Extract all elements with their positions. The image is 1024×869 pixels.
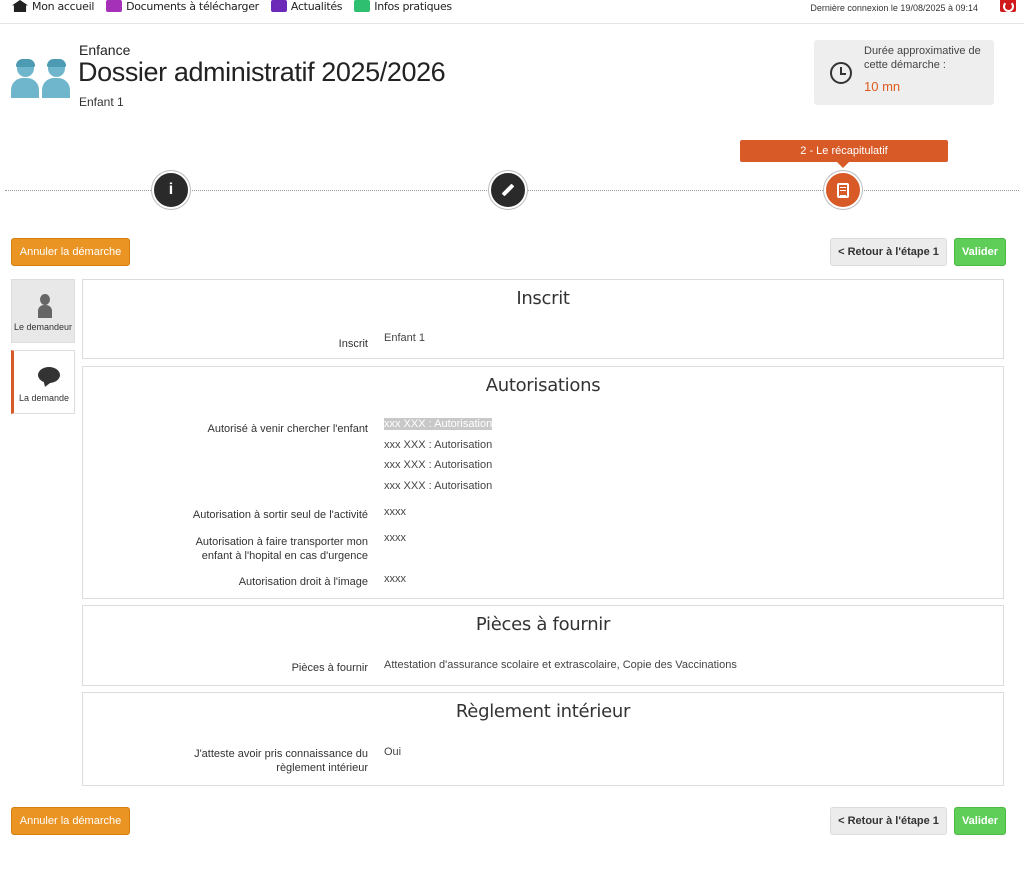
home-icon: [12, 0, 28, 12]
field-label: Autorisation droit à l'image: [238, 576, 368, 588]
field-value: Attestation d'assurance scolaire et extr…: [384, 659, 737, 671]
info-icon: [354, 0, 371, 12]
panel-reglement: Règlement intérieur J'atteste avoir pris…: [82, 692, 1004, 786]
nav-item-news[interactable]: Actualités: [270, 0, 343, 13]
field-value: xxx XXX : Autorisation: [384, 438, 493, 451]
validate-button[interactable]: Valider: [954, 238, 1006, 266]
field-label: Inscrit: [338, 338, 368, 350]
back-to-step-1-button[interactable]: < Retour à l'étape 1: [830, 238, 947, 266]
document-icon: [837, 182, 849, 198]
speech-bubble-icon: [38, 367, 60, 383]
logout-power-icon[interactable]: [1000, 0, 1016, 12]
panel-autorisations: Autorisations Autorisé à venir chercher …: [82, 366, 1004, 599]
nav-item-label: Mon accueil: [32, 0, 95, 13]
top-nav: Mon accueil Documents à télécharger Actu…: [12, 0, 452, 13]
back-to-step-1-button[interactable]: < Retour à l'étape 1: [830, 807, 947, 835]
info-icon: i: [168, 181, 174, 198]
step-summary[interactable]: [824, 171, 862, 209]
duration-value: 10 mn: [864, 79, 901, 94]
field-label: J'atteste avoir pris connaissance du règ…: [194, 748, 368, 774]
duration-label: Durée approximative de cette démarche :: [864, 45, 981, 71]
tab-requester[interactable]: Le demandeur: [11, 279, 75, 343]
nav-item-label: Documents à télécharger: [126, 0, 259, 13]
child-label: Enfant 1: [79, 95, 124, 109]
tab-label: Le demandeur: [13, 322, 73, 332]
panel-inscrit: Inscrit Inscrit Enfant 1: [82, 279, 1004, 359]
field-value: xxxx: [384, 506, 406, 518]
cancel-button[interactable]: Annuler la démarche: [11, 238, 130, 266]
field-label: Pièces à fournir: [291, 662, 368, 674]
field-value: Oui: [384, 746, 402, 758]
panel-title: Inscrit: [516, 288, 570, 309]
field-value: Enfant 1: [384, 332, 425, 344]
children-icon: [11, 59, 71, 98]
documents-icon: [106, 0, 123, 12]
field-value: xxx XXX : Autorisation: [384, 479, 493, 492]
last-login-text: Dernière connexion le 19/08/2025 à 09:14: [810, 3, 978, 13]
validate-button[interactable]: Valider: [954, 807, 1006, 835]
field-label: Autorisé à venir chercher l'enfant: [207, 423, 368, 435]
step-edit[interactable]: [489, 171, 527, 209]
field-value: xxx XXX : Autorisation: [384, 418, 493, 430]
field-value: xxx XXX : Autorisation: [384, 459, 493, 471]
page-title: Dossier administratif 2025/2026: [78, 57, 446, 87]
field-value: xxxx: [384, 573, 406, 585]
duration-box: Durée approximative de cette démarche : …: [814, 40, 994, 105]
nav-item-home[interactable]: Mon accueil: [12, 0, 95, 13]
top-bar: Mon accueil Documents à télécharger Actu…: [0, 0, 1024, 24]
field-label: Autorisation à faire transporter mon enf…: [195, 536, 368, 562]
nav-item-label: Infos pratiques: [374, 0, 452, 13]
alarm-clock-icon: [830, 62, 852, 84]
panel-title: Règlement intérieur: [455, 701, 631, 722]
panel-title: Autorisations: [485, 375, 601, 396]
tab-request[interactable]: La demande: [11, 350, 75, 414]
pencil-icon: [501, 183, 515, 197]
nav-item-label: Actualités: [290, 0, 343, 13]
field-value: xxxx: [384, 532, 406, 544]
step-info[interactable]: i: [152, 171, 190, 209]
panel-title: Pièces à fournir: [475, 614, 611, 635]
nav-item-documents[interactable]: Documents à télécharger: [106, 0, 259, 13]
nav-item-info[interactable]: Infos pratiques: [354, 0, 452, 13]
cancel-button[interactable]: Annuler la démarche: [11, 807, 130, 835]
news-icon: [270, 0, 287, 12]
field-label: Autorisation à sortir seul de l'activité: [192, 509, 368, 521]
panel-pieces: Pièces à fournir Pièces à fournir Attest…: [82, 605, 1004, 686]
person-icon: [38, 294, 52, 318]
active-step-label: 2 - Le récapitulatif: [740, 140, 948, 168]
section-label: Enfance: [79, 42, 131, 58]
tab-label: La demande: [18, 393, 70, 403]
field-value-list: xxx XXX : Autorisation xxx XXX : Autoris…: [384, 417, 493, 499]
